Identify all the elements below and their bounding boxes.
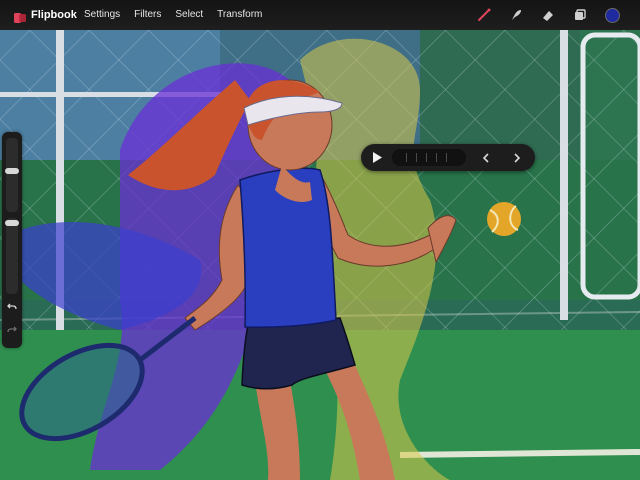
menu-transform[interactable]: Transform: [217, 9, 262, 20]
flipbook-logo-icon: [14, 10, 26, 23]
frame-tick: [416, 153, 417, 162]
play-icon[interactable]: [367, 148, 387, 167]
left-sidebar: [2, 132, 22, 348]
brush-icon[interactable]: [476, 7, 492, 23]
opacity-thumb[interactable]: [5, 220, 19, 226]
menu-filters[interactable]: Filters: [134, 9, 161, 20]
chevron-right-icon[interactable]: [507, 148, 527, 167]
undo-icon[interactable]: [4, 302, 20, 316]
menu-select[interactable]: Select: [175, 9, 203, 20]
main-menu: Settings Filters Select Transform: [84, 9, 262, 20]
tool-group: [476, 7, 620, 23]
app-name: Flipbook: [31, 9, 77, 21]
app-brand[interactable]: Flipbook: [14, 8, 77, 23]
menu-settings[interactable]: Settings: [84, 9, 120, 20]
smudge-icon[interactable]: [508, 7, 524, 23]
brush-size-slider[interactable]: [5, 138, 19, 212]
opacity-slider[interactable]: [5, 218, 19, 294]
redo-icon[interactable]: [4, 325, 20, 339]
frame-timeline[interactable]: [392, 149, 466, 166]
chevron-left-icon[interactable]: [476, 148, 496, 167]
playback-controls: [361, 144, 535, 171]
color-swatch[interactable]: [604, 7, 620, 23]
frame-tick: [426, 153, 427, 162]
brush-size-thumb[interactable]: [5, 168, 19, 174]
frame-tick: [436, 153, 437, 162]
frame-tick: [446, 153, 447, 162]
current-color-dot: [604, 7, 620, 23]
eraser-icon[interactable]: [540, 7, 556, 23]
drawing-canvas[interactable]: [0, 0, 640, 480]
frame-tick: [406, 153, 407, 162]
layers-icon[interactable]: [572, 7, 588, 23]
top-toolbar: Flipbook Settings Filters Select Transfo…: [0, 0, 640, 30]
